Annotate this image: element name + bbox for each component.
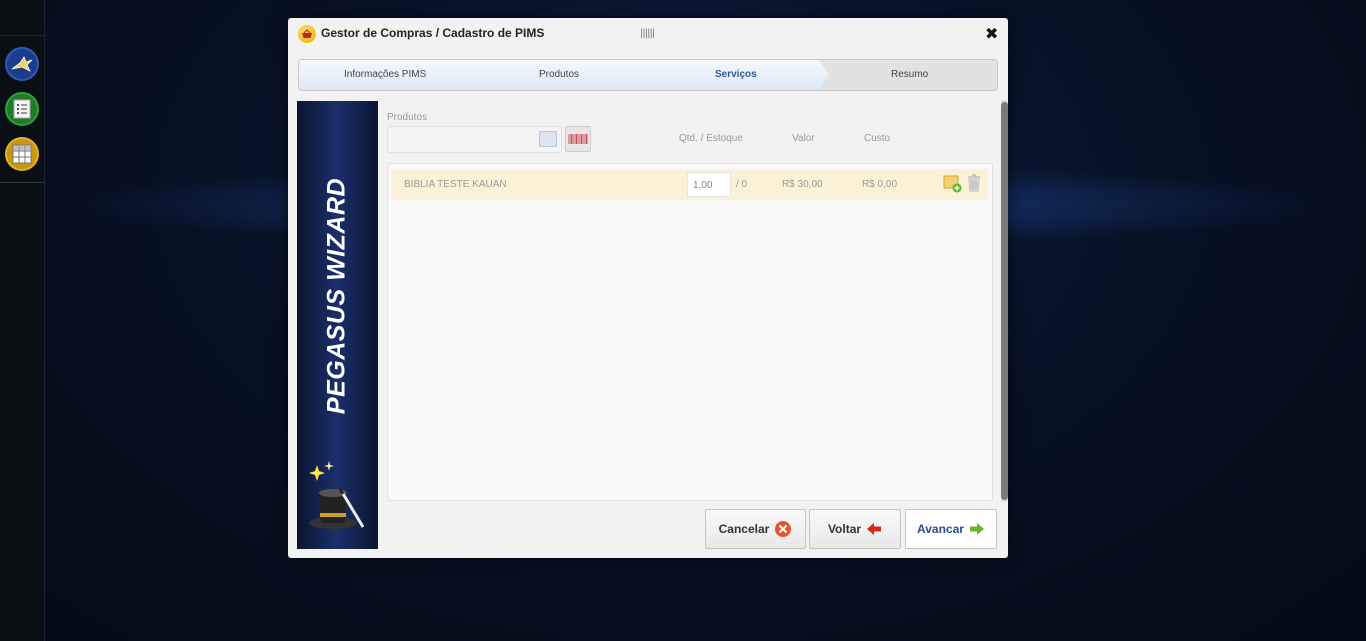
back-label: Voltar xyxy=(827,522,862,536)
sidebar-pegasus-button[interactable] xyxy=(5,47,39,81)
product-list: BIBLIA TESTE KAUAN 1,00 / 0 R$ 30,00 R$ … xyxy=(387,163,993,501)
custo-value: R$ 0,00 xyxy=(862,179,898,190)
cancel-label: Cancelar xyxy=(718,522,770,536)
valor-value: R$ 30,00 xyxy=(782,179,823,190)
search-list-icon[interactable] xyxy=(539,131,557,147)
pims-wizard-dialog: Gestor de Compras / Cadastro de PIMS |||… xyxy=(288,18,1008,558)
step-servicos[interactable]: Serviços xyxy=(715,69,757,80)
close-button[interactable]: ✖ xyxy=(985,24,998,43)
estoque-value: / 0 xyxy=(736,179,748,190)
shopping-basket-icon xyxy=(298,25,316,43)
list-item: BIBLIA TESTE KAUAN 1,00 / 0 R$ 30,00 R$ … xyxy=(392,169,988,200)
sidebar-list-button[interactable] xyxy=(5,92,39,126)
barcode-button[interactable] xyxy=(565,126,591,152)
scrollbar-thumb[interactable] xyxy=(1001,102,1008,500)
sidebar-top xyxy=(0,0,45,36)
step-produtos[interactable]: Produtos xyxy=(539,69,579,80)
arrow-left-icon xyxy=(867,523,882,535)
produtos-input[interactable] xyxy=(387,126,562,153)
next-button[interactable]: Avancar xyxy=(905,509,997,549)
next-label: Avancar xyxy=(917,522,964,536)
header-qtd-estoque: Qtd. / Estoque xyxy=(679,133,743,144)
product-name: BIBLIA TESTE KAUAN xyxy=(404,179,507,190)
cancel-button[interactable]: Cancelar xyxy=(705,509,806,549)
produtos-label: Produtos xyxy=(387,112,428,123)
add-service-icon[interactable] xyxy=(943,175,962,193)
content-scrollbar[interactable] xyxy=(1001,100,1008,502)
cancel-icon xyxy=(775,521,792,537)
arrow-right-icon xyxy=(969,523,984,535)
barcode-icon xyxy=(567,132,589,146)
wizard-banner: PEGASUS WIZARD xyxy=(297,101,378,549)
grid-icon xyxy=(12,144,32,164)
left-sidebar xyxy=(0,0,45,641)
magic-hat-icon xyxy=(309,461,365,529)
qtd-input[interactable]: 1,00 xyxy=(687,172,731,197)
dialog-title: Gestor de Compras / Cadastro de PIMS xyxy=(321,26,545,40)
list-icon xyxy=(13,99,31,119)
banner-title: PEGASUS WIZARD xyxy=(322,177,351,415)
step-resumo[interactable]: Resumo xyxy=(891,69,928,80)
header-custo: Custo xyxy=(864,133,891,144)
dialog-title-bar[interactable]: Gestor de Compras / Cadastro de PIMS |||… xyxy=(288,18,1008,52)
trash-icon[interactable] xyxy=(967,174,981,192)
wizard-content: Produtos Qtd. / Estoque Valor Custo BIBL… xyxy=(387,101,993,501)
drag-grip-icon[interactable]: |||||| xyxy=(640,28,655,39)
wizard-steps: Informações PIMS Produtos Serviços Resum… xyxy=(298,59,998,91)
sidebar-separator xyxy=(0,182,45,183)
sidebar-grid-button[interactable] xyxy=(5,137,39,171)
back-button[interactable]: Voltar xyxy=(809,509,901,549)
step-informacoes-pims[interactable]: Informações PIMS xyxy=(344,69,426,80)
header-valor: Valor xyxy=(792,133,815,144)
pegasus-icon xyxy=(11,56,33,72)
